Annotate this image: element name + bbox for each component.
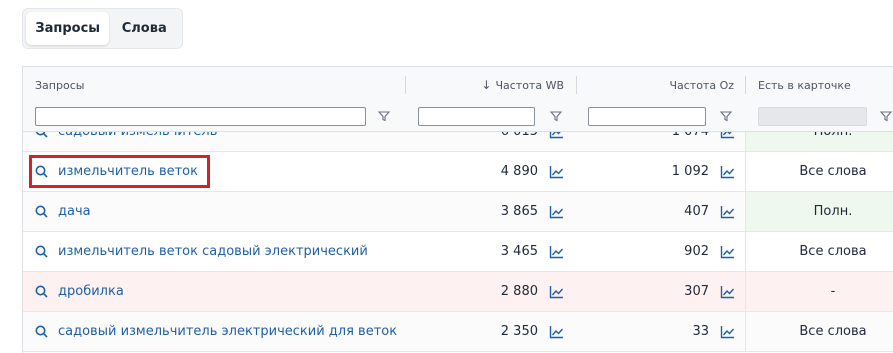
- query-link[interactable]: дробилка: [58, 284, 124, 299]
- freq-oz-value: 307: [684, 284, 709, 299]
- column-header-in-card[interactable]: Есть в карточке: [758, 67, 851, 103]
- column-resizer[interactable]: [576, 76, 577, 94]
- table-row[interactable]: садовый измельчитель электрический для в…: [23, 312, 893, 352]
- filter-icon[interactable]: [549, 109, 563, 123]
- freq-oz-value: 33: [692, 324, 709, 339]
- freq-oz-value: 407: [684, 204, 709, 219]
- query-link[interactable]: измельчитель веток садовый электрический: [58, 244, 368, 259]
- freq-oz-value: 1 092: [671, 164, 709, 179]
- in-card-value: Все слова: [745, 152, 893, 191]
- freq-oz-filter-input[interactable]: [588, 107, 706, 126]
- search-icon: [35, 285, 48, 298]
- trend-chart-icon[interactable]: [720, 325, 735, 339]
- freq-wb-value: 3 865: [500, 204, 538, 219]
- trend-chart-icon[interactable]: [720, 285, 735, 299]
- in-card-filter-select[interactable]: [758, 107, 867, 126]
- query-link[interactable]: дача: [58, 204, 91, 219]
- column-header-freq-wb[interactable]: ↓ Частота WB: [411, 67, 564, 103]
- table-row[interactable]: измельчитель веток 4 890 1 092 Все слова: [23, 152, 893, 192]
- column-resizer[interactable]: [745, 76, 746, 94]
- filter-icon[interactable]: [377, 109, 391, 123]
- trend-chart-icon[interactable]: [549, 205, 564, 219]
- trend-chart-icon[interactable]: [720, 245, 735, 259]
- freq-wb-value: 2 880: [500, 284, 538, 299]
- query-cell[interactable]: садовый измельчитель электрический для в…: [35, 312, 397, 351]
- trend-chart-icon[interactable]: [549, 245, 564, 259]
- queries-table: садовый измельчитель 6 015 1 074 Полн. и…: [22, 66, 893, 353]
- trend-chart-icon[interactable]: [720, 205, 735, 219]
- in-card-value: Все слова: [745, 312, 893, 351]
- search-icon: [35, 205, 48, 218]
- column-header-freq-oz[interactable]: Частота Oz: [583, 67, 734, 103]
- highlight-box: [29, 155, 210, 188]
- query-cell[interactable]: дробилка: [35, 272, 124, 311]
- table-header: Запросы ↓ Частота WB Частота Oz Есть в ка…: [23, 67, 893, 132]
- in-card-value: Все слова: [745, 232, 893, 271]
- view-tabs: Запросы Слова: [22, 8, 183, 49]
- freq-wb-value: 3 465: [500, 244, 538, 259]
- search-icon: [35, 245, 48, 258]
- in-card-value: -: [745, 272, 893, 311]
- table-row[interactable]: измельчитель веток садовый электрический…: [23, 232, 893, 272]
- freq-oz-value: 902: [684, 244, 709, 259]
- table-row[interactable]: дробилка 2 880 307 -: [23, 272, 893, 312]
- tab-words[interactable]: Слова: [109, 12, 179, 45]
- trend-chart-icon[interactable]: [549, 285, 564, 299]
- column-resizer[interactable]: [405, 76, 406, 94]
- tab-queries[interactable]: Запросы: [26, 12, 110, 45]
- freq-wb-value: 2 350: [500, 324, 538, 339]
- query-cell[interactable]: измельчитель веток садовый электрический: [35, 232, 368, 271]
- sort-desc-icon: ↓: [481, 78, 492, 92]
- freq-wb-filter-input[interactable]: [418, 107, 535, 126]
- trend-chart-icon[interactable]: [720, 165, 735, 179]
- column-header-query[interactable]: Запросы: [35, 67, 84, 103]
- trend-chart-icon[interactable]: [549, 325, 564, 339]
- query-filter-input[interactable]: [35, 107, 366, 126]
- trend-chart-icon[interactable]: [549, 165, 564, 179]
- query-link[interactable]: садовый измельчитель электрический для в…: [58, 324, 397, 339]
- search-icon: [35, 325, 48, 338]
- filter-icon[interactable]: [719, 109, 733, 123]
- freq-wb-value: 4 890: [500, 164, 538, 179]
- in-card-value: Полн.: [745, 192, 893, 231]
- table-row[interactable]: дача 3 865 407 Полн.: [23, 192, 893, 232]
- query-cell[interactable]: дача: [35, 192, 91, 231]
- filter-icon[interactable]: [879, 109, 893, 123]
